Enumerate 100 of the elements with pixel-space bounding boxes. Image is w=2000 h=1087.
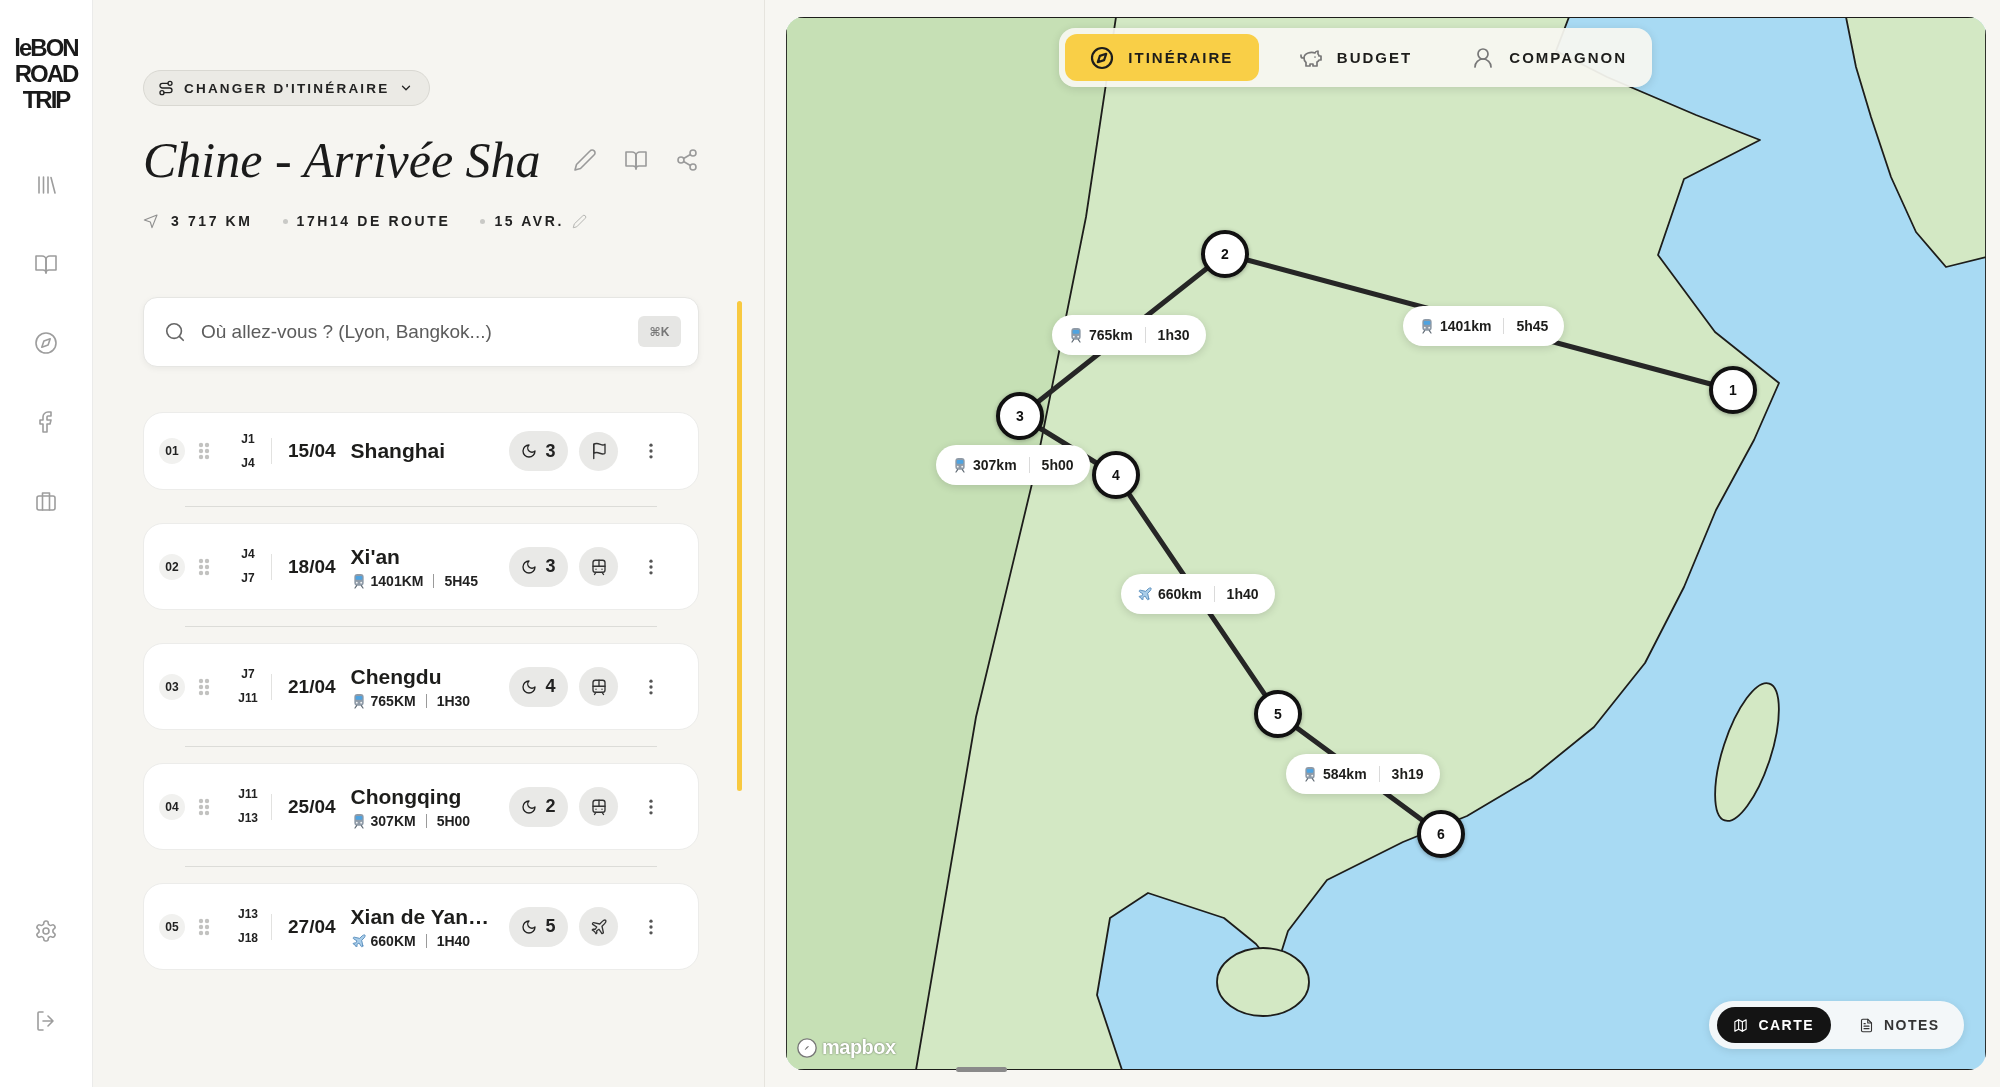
leg-duration: 1H40 bbox=[436, 933, 471, 949]
leg-distance: 1401KM bbox=[370, 573, 424, 589]
view-tab[interactable]: CARTE bbox=[1717, 1007, 1831, 1043]
dot-icon bbox=[480, 218, 486, 224]
train-icon[interactable] bbox=[579, 667, 618, 706]
stop-name: Xian de Yan… bbox=[350, 904, 490, 930]
plane-icon bbox=[350, 933, 367, 949]
leg-distance: 660KM bbox=[370, 933, 416, 949]
leg-duration: 3h19 bbox=[1391, 766, 1424, 782]
trip-duration: 17H14 DE ROUTE bbox=[296, 213, 451, 229]
day-label: J18 bbox=[238, 932, 258, 945]
day-label: J11 bbox=[238, 692, 258, 705]
drag-handle-icon[interactable] bbox=[198, 677, 210, 696]
train-icon bbox=[1068, 327, 1084, 343]
leg-duration: 5H45 bbox=[444, 573, 478, 589]
drag-handle-icon[interactable] bbox=[198, 917, 210, 936]
stop-card[interactable]: 01 J1 J4 15/04 Shanghai 3 bbox=[143, 412, 699, 490]
route-label[interactable]: 765km 1h30 bbox=[1052, 315, 1206, 355]
day-label: J11 bbox=[238, 788, 258, 801]
leg-distance: 1401km bbox=[1440, 318, 1492, 334]
shortcut-key: ⌘K bbox=[638, 316, 681, 347]
leg-distance: 765km bbox=[1089, 327, 1133, 343]
leg-duration: 5H00 bbox=[436, 813, 471, 829]
flag-icon[interactable] bbox=[579, 431, 618, 471]
logo-icon bbox=[796, 1036, 818, 1059]
brand-logo[interactable]: leBON ROAD TRIP bbox=[14, 35, 78, 113]
map-tab[interactable]: COMPAGNON bbox=[1452, 34, 1646, 81]
stop-date: 15/04 bbox=[288, 440, 336, 462]
route-label[interactable]: 584km 3h19 bbox=[1286, 754, 1440, 794]
stop-name: Chongqing bbox=[350, 784, 462, 810]
day-label: J1 bbox=[241, 432, 255, 446]
leg-distance: 660km bbox=[1158, 586, 1202, 602]
nights-button[interactable]: 3 bbox=[509, 431, 568, 471]
nights-button[interactable]: 3 bbox=[509, 546, 568, 587]
stop-date: 25/04 bbox=[288, 795, 336, 818]
suitcase-icon[interactable] bbox=[34, 489, 58, 513]
stop-number: 05 bbox=[159, 913, 185, 940]
stop-date: 21/04 bbox=[288, 675, 336, 698]
nights-button[interactable]: 2 bbox=[509, 786, 568, 827]
leg-duration: 5h45 bbox=[1516, 318, 1549, 334]
day-label: J13 bbox=[238, 812, 258, 825]
leg-duration: 1H30 bbox=[436, 693, 471, 709]
route-label[interactable]: 307km 5h00 bbox=[936, 445, 1090, 485]
view-toggle[interactable]: CARTE NOTES bbox=[1709, 1001, 1964, 1049]
change-itinerary-button[interactable]: CHANGER D'ITINÉRAIRE bbox=[143, 70, 431, 106]
book-icon[interactable] bbox=[623, 148, 648, 172]
stop-card[interactable]: 04 J11 J13 25/04 Chongqing 307KM 5H00 2 bbox=[143, 763, 699, 850]
drag-handle-icon[interactable] bbox=[198, 797, 210, 816]
drag-handle-icon[interactable] bbox=[198, 442, 210, 460]
plane-icon bbox=[1137, 586, 1153, 602]
moon-icon bbox=[521, 678, 538, 695]
stop-number: 04 bbox=[159, 793, 185, 820]
nights-button[interactable]: 4 bbox=[509, 666, 568, 707]
train-icon[interactable] bbox=[579, 547, 618, 586]
stop-card[interactable]: 05 J13 J18 27/04 Xian de Yan… 660KM 1H40 5 bbox=[143, 883, 699, 970]
view-tab[interactable]: NOTES bbox=[1842, 1007, 1956, 1043]
stop-number: 03 bbox=[159, 673, 185, 700]
trip-distance: 3 717 KM bbox=[171, 213, 253, 229]
scrollbar-thumb[interactable] bbox=[737, 301, 742, 791]
plane-icon[interactable] bbox=[579, 907, 618, 946]
compass-icon bbox=[1090, 45, 1115, 70]
train-icon bbox=[1302, 766, 1318, 782]
compass-icon[interactable] bbox=[34, 331, 58, 355]
navigation-icon bbox=[143, 213, 159, 229]
map-tab[interactable]: ITINÉRAIRE bbox=[1065, 34, 1259, 81]
pencil-icon[interactable] bbox=[571, 213, 587, 229]
stop-card[interactable]: 03 J7 J11 21/04 Chengdu 765KM 1H30 4 bbox=[143, 643, 699, 730]
day-label: J4 bbox=[241, 456, 255, 470]
share-icon[interactable] bbox=[674, 148, 699, 172]
route-label[interactable]: 1401km 5h45 bbox=[1403, 306, 1565, 346]
day-label: J4 bbox=[241, 548, 255, 561]
document-icon bbox=[1858, 1017, 1874, 1033]
pencil-icon[interactable] bbox=[572, 148, 597, 172]
dot-icon bbox=[282, 218, 288, 224]
stop-date: 27/04 bbox=[288, 915, 336, 938]
route-label[interactable]: 660km 1h40 bbox=[1121, 574, 1275, 614]
stop-name: Shanghai bbox=[350, 438, 446, 464]
train-icon bbox=[1419, 318, 1435, 334]
book-icon[interactable] bbox=[34, 252, 58, 276]
leg-distance: 307km bbox=[973, 457, 1017, 473]
trip-title: Chine - Arrivée Sha bbox=[143, 131, 541, 190]
leg-duration: 5h00 bbox=[1041, 457, 1074, 473]
drag-handle-icon[interactable] bbox=[198, 557, 210, 576]
leg-distance: 307KM bbox=[370, 813, 416, 829]
map-tab[interactable]: BUDGET bbox=[1258, 34, 1453, 81]
map-icon bbox=[1733, 1017, 1749, 1033]
leg-duration: 1h30 bbox=[1157, 327, 1190, 343]
route-icon bbox=[158, 80, 174, 96]
leg-distance: 765KM bbox=[370, 693, 416, 709]
nights-button[interactable]: 5 bbox=[509, 906, 568, 947]
moon-icon bbox=[521, 798, 538, 815]
stop-name: Xi'an bbox=[350, 544, 400, 570]
train-icon[interactable] bbox=[579, 787, 618, 826]
moon-icon bbox=[521, 558, 538, 575]
stop-card[interactable]: 02 J4 J7 18/04 Xi'an 1401KM 5H45 3 bbox=[143, 523, 699, 610]
day-label: J7 bbox=[241, 572, 255, 585]
settings-icon[interactable] bbox=[34, 919, 58, 943]
stop-name: Chengdu bbox=[350, 664, 442, 690]
stop-number: 01 bbox=[159, 438, 185, 464]
resize-handle[interactable] bbox=[956, 1067, 1007, 1072]
